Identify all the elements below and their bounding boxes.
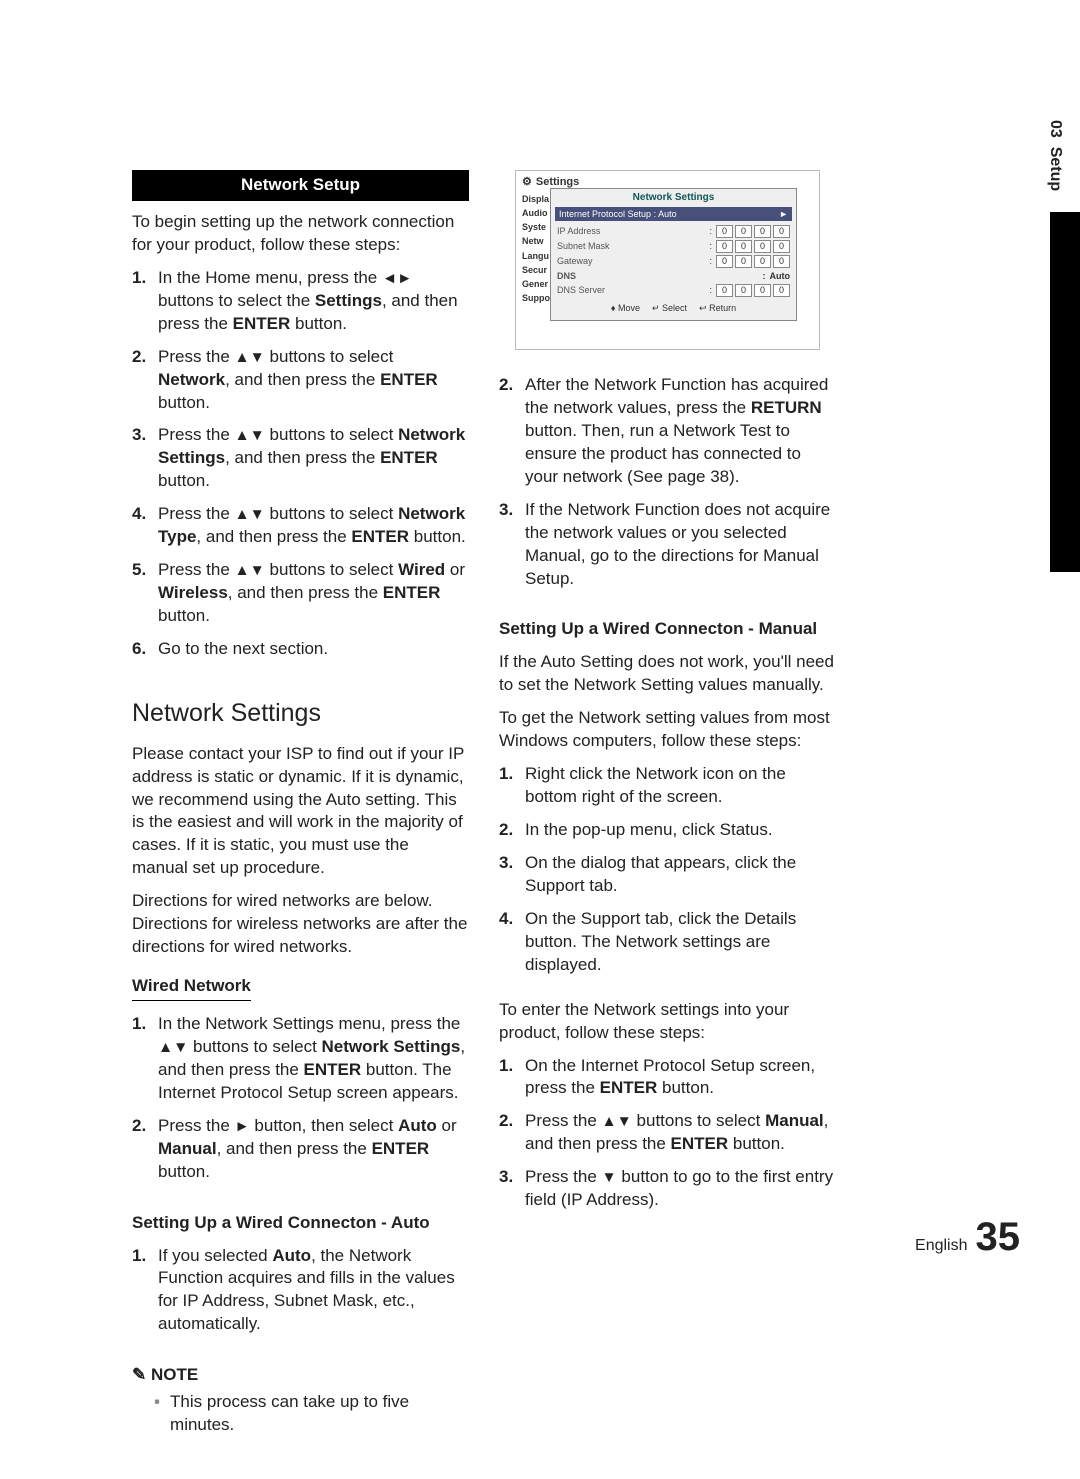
page-footer: English 35	[915, 1210, 1020, 1264]
manual-p1: If the Auto Setting does not work, you'l…	[499, 651, 836, 697]
auto-steps: 1.If you selected Auto, the Network Func…	[132, 1245, 469, 1347]
side-tab	[1050, 212, 1080, 572]
auto-heading: Setting Up a Wired Connecton - Auto	[132, 1212, 469, 1235]
right-column: ⚙Settings DisplaAudioSysteNetwLanguSecur…	[499, 170, 836, 1437]
left-column: Network Setup To begin setting up the ne…	[132, 170, 469, 1437]
ns-para2: Directions for wired networks are below.…	[132, 890, 469, 959]
settings-panel-illustration: ⚙Settings DisplaAudioSysteNetwLanguSecur…	[515, 170, 820, 350]
section-banner: Network Setup	[132, 170, 469, 201]
manual-p2: To get the Network setting values from m…	[499, 707, 836, 753]
manual-heading: Setting Up a Wired Connecton - Manual	[499, 618, 836, 641]
chevron-right-icon: ►	[779, 208, 788, 220]
footer-page-number: 35	[976, 1210, 1021, 1264]
manual-p3: To enter the Network settings into your …	[499, 999, 836, 1045]
wired-steps: 1.In the Network Settings menu, press th…	[132, 1013, 469, 1194]
footer-lang: English	[915, 1235, 967, 1257]
panel-side-menu: DisplaAudioSysteNetwLanguSecurGenerSuppo	[522, 193, 552, 304]
setup-steps: 1.In the Home menu, press the ◄► buttons…	[132, 267, 469, 671]
note-heading: NOTE	[132, 1364, 469, 1387]
network-settings-heading: Network Settings	[132, 697, 469, 731]
page-content: Network Setup To begin setting up the ne…	[132, 170, 837, 1437]
side-chapter-label: 03 Setup	[1044, 120, 1066, 191]
gear-icon: ⚙	[522, 175, 532, 190]
intro-text: To begin setting up the network connecti…	[132, 211, 469, 257]
wired-network-heading: Wired Network	[132, 975, 251, 1001]
windows-steps: 1.Right click the Network icon on the bo…	[499, 763, 836, 987]
enter-steps: 1.On the Internet Protocol Setup screen,…	[499, 1055, 836, 1223]
ip-setup-selector: Internet Protocol Setup : Auto►	[555, 207, 792, 221]
continued-steps: 2.After the Network Function has acquire…	[499, 374, 836, 600]
note-bullet: This process can take up to five minutes…	[154, 1391, 469, 1437]
network-settings-popup: Network Settings Internet Protocol Setup…	[550, 188, 797, 321]
ns-para1: Please contact your ISP to find out if y…	[132, 743, 469, 881]
